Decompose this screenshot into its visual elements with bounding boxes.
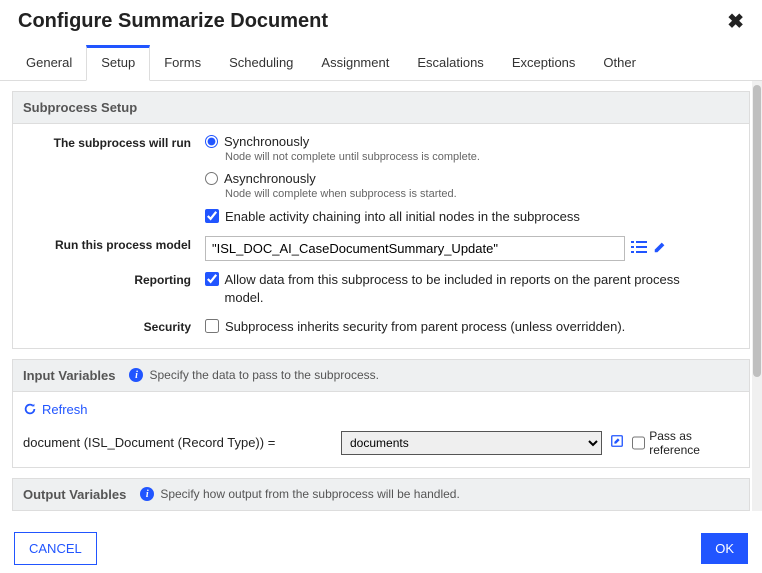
checkbox-pass-reference[interactable] [632, 436, 645, 450]
tab-setup[interactable]: Setup [86, 45, 150, 81]
radio-synchronous-label: Synchronously [224, 134, 309, 149]
section-header-output-vars: Output Variables i Specify how output fr… [12, 478, 750, 511]
input-var-label: document (ISL_Document (Record Type)) = [23, 435, 333, 450]
scrollbar-thumb[interactable] [753, 85, 761, 377]
label-process-model: Run this process model [23, 236, 205, 252]
checkbox-chaining[interactable] [205, 209, 219, 223]
tab-scheduling[interactable]: Scheduling [215, 45, 307, 80]
refresh-label: Refresh [42, 402, 88, 417]
refresh-link[interactable]: Refresh [23, 396, 88, 423]
edit-var-icon[interactable] [610, 434, 624, 451]
section-header-input-vars: Input Variables i Specify the data to pa… [12, 359, 750, 392]
tab-forms[interactable]: Forms [150, 45, 215, 80]
label-security: Security [23, 318, 205, 334]
input-variable-row: document (ISL_Document (Record Type)) = … [23, 423, 739, 463]
cancel-button[interactable]: CANCEL [14, 532, 97, 565]
close-icon[interactable]: ✖ [727, 12, 744, 32]
content-scroll-area[interactable]: Subprocess Setup The subprocess will run… [0, 81, 762, 511]
section-header-subprocess: Subprocess Setup [12, 91, 750, 124]
checkbox-reporting[interactable] [205, 272, 219, 286]
tab-assignment[interactable]: Assignment [307, 45, 403, 80]
ok-button[interactable]: OK [701, 533, 748, 564]
info-icon: i [140, 487, 154, 501]
section-title-input: Input Variables [23, 368, 115, 383]
radio-synchronous[interactable] [205, 135, 218, 148]
label-reporting: Reporting [23, 271, 205, 287]
label-run-mode: The subprocess will run [23, 134, 205, 150]
checkbox-reporting-label: Allow data from this subprocess to be in… [225, 271, 705, 307]
list-picker-icon[interactable] [631, 239, 647, 259]
section-body-subprocess: The subprocess will run Synchronously No… [12, 124, 750, 349]
section-title-output: Output Variables [23, 487, 126, 502]
dialog-footer: CANCEL OK [0, 524, 762, 573]
section-title: Subprocess Setup [23, 100, 137, 115]
edit-expression-icon[interactable] [653, 240, 667, 258]
input-process-model[interactable] [205, 236, 625, 261]
hint-synchronous: Node will not complete until subprocess … [225, 151, 739, 163]
radio-asynchronous[interactable] [205, 172, 218, 185]
dialog-title: Configure Summarize Document [18, 10, 328, 33]
hint-input-vars: Specify the data to pass to the subproce… [149, 368, 378, 382]
hint-asynchronous: Node will complete when subprocess is st… [225, 188, 739, 200]
pass-reference-label: Pass as reference [649, 429, 739, 457]
checkbox-security[interactable] [205, 319, 219, 333]
section-body-input-vars: Refresh document (ISL_Document (Record T… [12, 392, 750, 468]
tab-general[interactable]: General [12, 45, 86, 80]
checkbox-security-label: Subprocess inherits security from parent… [225, 318, 625, 336]
checkbox-chaining-label: Enable activity chaining into all initia… [225, 208, 580, 226]
tab-other[interactable]: Other [589, 45, 650, 80]
tab-bar: General Setup Forms Scheduling Assignmen… [0, 45, 762, 81]
tab-exceptions[interactable]: Exceptions [498, 45, 590, 80]
input-var-select[interactable]: documents [341, 431, 602, 455]
tab-escalations[interactable]: Escalations [403, 45, 497, 80]
hint-output-vars: Specify how output from the subprocess w… [160, 487, 460, 501]
radio-asynchronous-label: Asynchronously [224, 171, 316, 186]
scrollbar-track[interactable] [752, 81, 762, 511]
info-icon: i [129, 368, 143, 382]
